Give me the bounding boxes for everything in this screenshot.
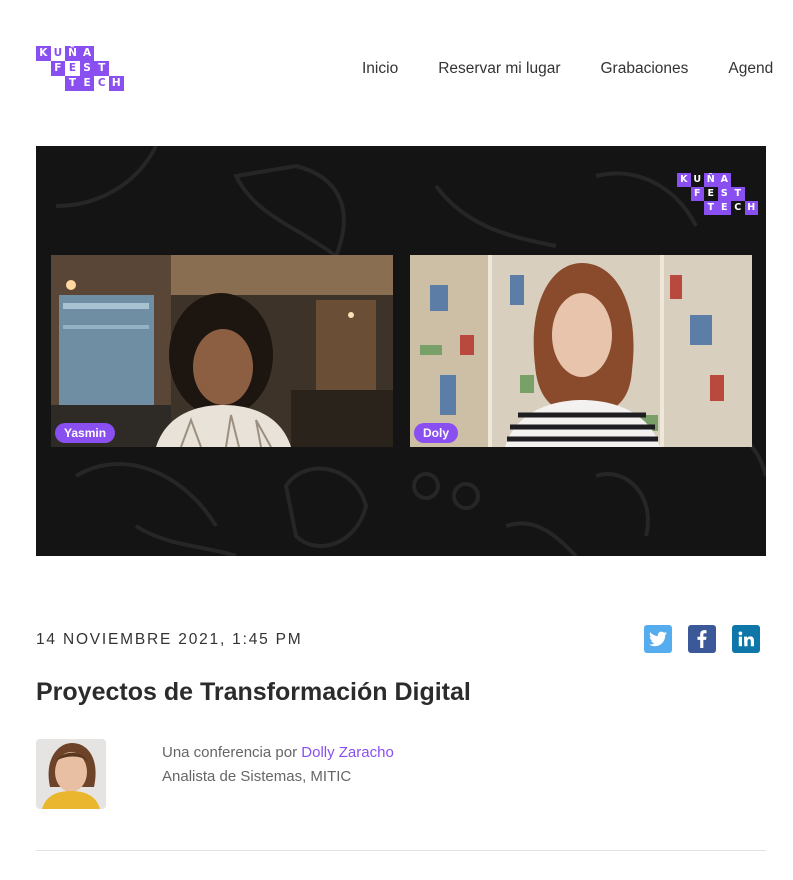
logo-letter-t: T — [94, 61, 109, 76]
facebook-icon — [697, 630, 707, 648]
logo-letter-e2: E — [79, 76, 95, 91]
speaker-role: Analista de Sistemas, MITIC — [162, 768, 352, 785]
participant-video-yasmin — [51, 255, 393, 447]
event-date: 14 NOVIEMBRE 2021, 1:45 PM — [36, 631, 303, 648]
logo-letter-k: K — [36, 46, 51, 61]
logo-letter-c: C — [94, 76, 109, 91]
speaker-name-link[interactable]: Dolly Zaracho — [301, 744, 394, 761]
byline-prefix: Una conferencia por — [162, 744, 298, 761]
participant-name-label: Yasmin — [55, 423, 116, 443]
nav-item-grabaciones[interactable]: Grabaciones — [601, 59, 689, 79]
event-title: Proyectos de Transformación Digital — [36, 678, 471, 706]
share-facebook-button[interactable] — [688, 625, 716, 653]
video-watermark-logo: K U Ñ A F E S T T E C H — [677, 173, 758, 215]
kuna-fest-tech-logo[interactable]: K U Ñ A F E S T T E C H — [36, 46, 124, 91]
logo-letter-enye: Ñ — [65, 46, 80, 61]
share-linkedin-button[interactable] — [732, 625, 760, 653]
logo-letter-h: H — [108, 76, 124, 91]
section-divider — [36, 850, 766, 851]
speaker-photo — [36, 739, 106, 809]
participant-tile-doly: Doly — [410, 255, 752, 447]
logo-letter-s: S — [79, 61, 95, 76]
participant-video-doly — [410, 255, 752, 447]
twitter-icon — [649, 631, 667, 647]
speaker-avatar[interactable] — [36, 739, 106, 809]
logo-letter-u: U — [50, 46, 66, 61]
speaker-byline: Una conferencia por Dolly Zaracho Analis… — [162, 741, 394, 789]
nav-item-inicio[interactable]: Inicio — [362, 59, 398, 79]
main-nav: Inicio Reservar mi lugar Grabaciones Age… — [362, 59, 793, 79]
participant-name-label: Doly — [414, 423, 459, 443]
nav-item-agenda[interactable]: Agend — [728, 59, 773, 79]
nav-item-reservar[interactable]: Reservar mi lugar — [438, 59, 560, 79]
video-player[interactable]: K U Ñ A F E S T T E C H Yasmin Doly — [36, 146, 766, 556]
logo-letter-e: E — [65, 61, 80, 76]
linkedin-icon — [738, 631, 754, 647]
logo-letter-a: A — [79, 46, 95, 61]
share-twitter-button[interactable] — [644, 625, 672, 653]
participant-tile-yasmin: Yasmin — [51, 255, 393, 447]
logo-letter-f: F — [50, 61, 66, 76]
byline-line: Una conferencia por Dolly Zaracho — [162, 741, 394, 765]
logo-letter-t2: T — [65, 76, 80, 91]
